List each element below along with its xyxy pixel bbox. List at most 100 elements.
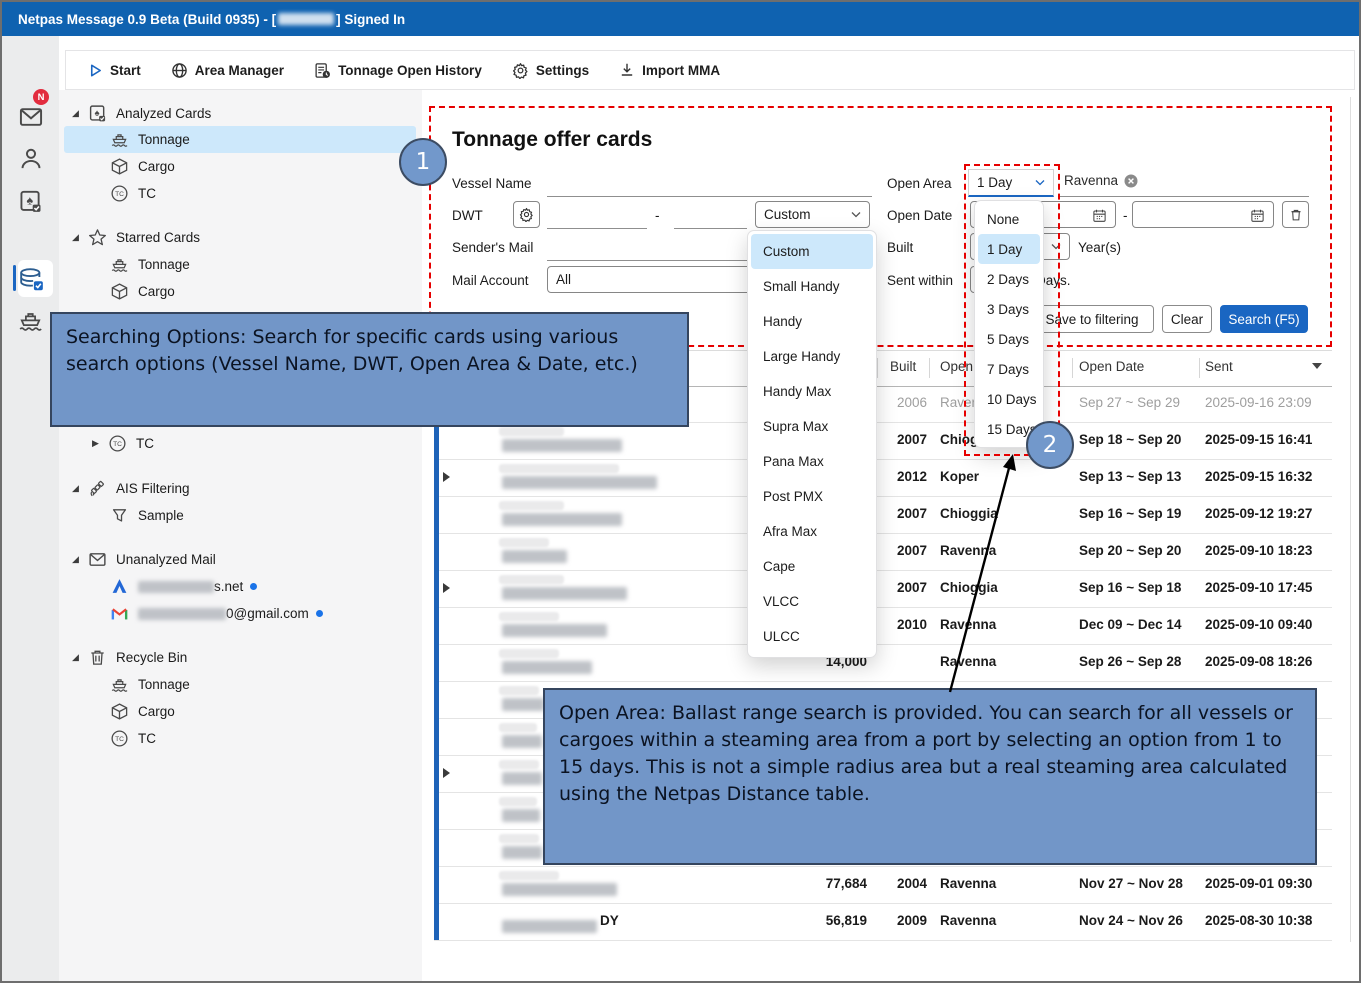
dropdown-option[interactable]: Handy [751,304,873,339]
window-title-suffix: ] Signed In [336,12,405,27]
ship-icon [17,307,44,334]
column-sent[interactable]: Sent [1205,359,1233,374]
table-row[interactable]: DY 56,819 2009 Ravenna Nov 24 ~ Nov 26 2… [434,903,1332,941]
analyzed-cards-icon: ♠ [88,104,107,123]
tree-item-recycle-cargo[interactable]: Cargo [64,698,462,725]
cargo-box-icon [110,157,129,176]
history-document-icon [314,62,331,79]
sort-descending-icon[interactable] [1312,363,1322,369]
tree-item-starred-tc[interactable]: ▶ TC TC [64,430,444,457]
dropdown-option[interactable]: Supra Max [751,409,873,444]
tree-item-mail-account-2[interactable]: 0@gmail.com [64,600,462,627]
start-button[interactable]: Start [88,63,141,78]
redacted-vessel-name [502,587,627,600]
funnel-icon [110,506,129,525]
scrollbar-track[interactable] [1350,97,1351,942]
table-row[interactable]: 2007 Chioggia Sep 16 ~ Sep 19 2025-09-12… [434,496,1332,534]
area-manager-button[interactable]: Area Manager [171,62,284,79]
tree-group-starred-cards[interactable]: ◢ Starred Cards [64,224,424,251]
redacted-vessel-name [502,920,597,933]
table-row[interactable]: 2012 Koper Sep 13 ~ Sep 13 2025-09-15 16… [434,459,1332,497]
main-toolbar: Start Area Manager Tonnage Open History … [65,50,1355,90]
expanded-triangle-icon[interactable]: ◢ [72,232,88,243]
redacted-vessel-name [502,439,622,452]
dropdown-option[interactable]: Small Handy [751,269,873,304]
ship-icon [110,675,129,694]
import-mma-button[interactable]: Import MMA [619,62,720,78]
redacted-vessel-name [502,624,607,637]
callout-open-area: Open Area: Ballast range search is provi… [543,688,1317,865]
redacted-subtext [499,612,559,621]
tree-group-analyzed-cards[interactable]: ◢ ♠ Analyzed Cards [64,100,424,127]
dropdown-option[interactable]: Custom [751,234,873,269]
navigation-rail: N ♠ [2,36,59,983]
expanded-triangle-icon[interactable]: ◢ [72,554,88,565]
rail-contacts-button[interactable] [2,138,59,180]
annotation-arrow [902,442,1062,702]
redacted-vessel-name [502,883,617,896]
tree-item-mail-account-1[interactable]: s.net [64,573,462,600]
tonnage-open-history-button[interactable]: Tonnage Open History [314,62,482,79]
dropdown-option[interactable]: VLCC [751,584,873,619]
redacted-subtext [499,464,619,473]
redacted-subtext [499,686,539,695]
download-icon [619,62,635,78]
table-row[interactable]: 14,000 Ravenna Sep 26 ~ Sep 28 2025-09-0… [434,644,1332,682]
tree-item-recycle-tc[interactable]: TC TC [64,725,462,752]
rail-mail-button[interactable]: N [2,96,59,138]
tree-item-starred-cargo[interactable]: Cargo [64,278,462,305]
row-expander-icon[interactable] [443,768,450,778]
redacted-subtext [499,649,559,658]
dropdown-option[interactable]: Post PMX [751,479,873,514]
table-row[interactable]: 2007 Chioggia Sep 18 ~ Sep 20 2025-09-15… [434,422,1332,460]
gear-icon [512,62,529,79]
column-divider [929,358,930,378]
analyzed-cards-icon: ♠ [18,189,43,214]
unread-dot [250,583,257,590]
redacted-vessel-name [502,846,542,859]
trash-icon [88,648,107,667]
tree-item-recycle-tonnage[interactable]: Tonnage [64,671,462,698]
redacted-account-name [278,13,334,25]
netpas-message-window: Netpas Message 0.9 Beta (Build 0935) - [… [0,0,1361,983]
table-row[interactable]: 77,684 2004 Ravenna Nov 27 ~ Nov 28 2025… [434,866,1332,904]
dropdown-option[interactable]: ULCC [751,619,873,654]
vessel-name-tail: DY [600,913,619,928]
search-panel-annotation-outline [429,106,1332,347]
open-area-annotation-outline [964,164,1060,456]
table-row[interactable]: 2007 Ravenna Sep 20 ~ Sep 20 2025-09-10 … [434,533,1332,571]
new-mail-badge: N [33,89,49,105]
tree-item-starred-tonnage[interactable]: Tonnage [64,251,462,278]
row-expander-icon[interactable] [443,472,450,482]
svg-text:TC: TC [113,441,122,448]
table-row[interactable]: 2007 Chioggia Sep 16 ~ Sep 18 2025-09-10… [434,570,1332,608]
column-divider [1072,358,1073,378]
ship-icon [110,255,129,274]
dropdown-option[interactable]: Handy Max [751,374,873,409]
dropdown-option[interactable]: Afra Max [751,514,873,549]
card-database-icon [18,266,44,292]
tree-group-ais-filtering[interactable]: ◢ AIS Filtering [64,475,424,502]
column-built[interactable]: Built [890,359,916,374]
column-open-date[interactable]: Open Date [1079,359,1144,374]
expanded-triangle-icon[interactable]: ◢ [72,483,88,494]
expanded-triangle-icon[interactable]: ◢ [72,652,88,663]
tree-group-unanalyzed-mail[interactable]: ◢ Unanalyzed Mail [64,546,424,573]
dropdown-option[interactable]: Cape [751,549,873,584]
tree-group-recycle-bin[interactable]: ◢ Recycle Bin [64,644,424,671]
expanded-triangle-icon[interactable]: ◢ [72,108,88,119]
collapsed-triangle-icon[interactable]: ▶ [92,438,108,449]
rail-analyzed-cards-button[interactable]: ♠ [2,180,59,222]
table-row[interactable]: 2010 Ravenna Dec 09 ~ Dec 14 2025-09-10 … [434,607,1332,645]
settings-button[interactable]: Settings [512,62,589,79]
dropdown-option[interactable]: Large Handy [751,339,873,374]
rail-card-database-button[interactable] [2,258,59,300]
tree-item-ais-sample[interactable]: Sample [64,502,462,529]
svg-text:TC: TC [115,191,124,198]
redacted-vessel-name [502,772,542,785]
redacted-subtext [499,797,537,806]
row-expander-icon[interactable] [443,583,450,593]
dropdown-option[interactable]: Pana Max [751,444,873,479]
redacted-vessel-name [502,661,592,674]
tree-item-analyzed-tc[interactable]: TC TC [64,180,462,207]
